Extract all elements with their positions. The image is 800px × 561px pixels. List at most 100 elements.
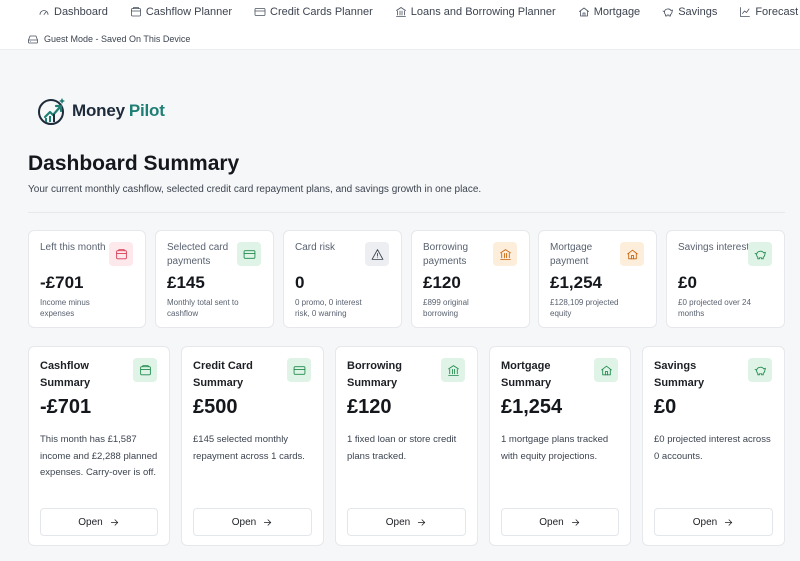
summary-title: Mortgage Summary: [501, 360, 552, 389]
stat-value: £0: [678, 273, 697, 292]
top-navigation: Dashboard Cashflow Planner Credit Cards …: [0, 0, 800, 50]
open-cashflow-button[interactable]: Open: [40, 508, 158, 536]
open-savings-button[interactable]: Open: [654, 508, 773, 536]
summary-text: This month has £1,587 income and £2,288 …: [40, 434, 158, 478]
nav-dashboard[interactable]: Dashboard: [38, 6, 108, 18]
open-mortgage-button[interactable]: Open: [501, 508, 619, 536]
nav-credit-cards-planner-label: Credit Cards Planner: [270, 6, 373, 18]
open-borrowing-button[interactable]: Open: [347, 508, 466, 536]
stat-value: -£701: [40, 273, 84, 292]
nav-credit-cards-planner[interactable]: Credit Cards Planner: [254, 6, 373, 18]
bank-icon: [395, 7, 406, 17]
brand-logo[interactable]: Money Pilot: [36, 95, 165, 127]
stat-icon-box: [620, 242, 644, 266]
summary-card-borrowing: Borrowing Summary £120 1 fixed loan or s…: [335, 346, 478, 546]
page-title: Dashboard Summary: [28, 152, 240, 175]
gauge-icon: [39, 10, 49, 15]
summary-card-savings: Savings Summary £0 £0 projected interest…: [642, 346, 785, 546]
nav-forecast-label: Forecast: [755, 6, 799, 18]
brand-name-part1: Money: [72, 101, 125, 120]
arrow-right-icon: [110, 518, 118, 526]
credit-card-icon: [243, 249, 255, 259]
arrow-right-icon: [264, 518, 272, 526]
open-button-label: Open: [692, 516, 718, 528]
summary-title: Cashflow Summary: [40, 360, 91, 389]
bank-icon: [447, 364, 459, 376]
nav-loans-borrowing-planner-label: Loans and Borrowing Planner: [410, 6, 556, 18]
credit-card-icon: [293, 365, 305, 375]
summary-text: 1 fixed loan or store credit plans track…: [347, 434, 457, 462]
wallet-icon: [139, 364, 151, 375]
wallet-icon: [115, 248, 127, 259]
home-icon: [626, 249, 638, 259]
nav-savings[interactable]: Savings: [662, 6, 717, 18]
nav-mortgage-label: Mortgage: [593, 6, 641, 18]
stat-value: 0: [295, 273, 305, 292]
nav-bar: Dashboard Cashflow Planner Credit Cards …: [38, 5, 800, 19]
open-button-label: Open: [539, 516, 564, 528]
stat-icon-box: [365, 242, 389, 266]
guest-mode-indicator: Guest Mode - Saved On This Device: [27, 33, 190, 45]
nav-dashboard-label: Dashboard: [54, 6, 108, 18]
stat-card-left-this-month: Left this month -£701 Income minus expen…: [28, 230, 146, 328]
stat-card-savings-interest: Savings interest £0 £0 projected over 24…: [666, 230, 785, 328]
arrow-right-icon: [418, 518, 426, 526]
piggy-bank-icon: [754, 250, 766, 259]
open-button-label: Open: [385, 516, 411, 528]
summary-value: -£701: [40, 396, 92, 418]
stat-note: Monthly total sent to cashflow: [167, 298, 239, 318]
brand-name: Money Pilot: [72, 101, 165, 121]
nav-forecast[interactable]: Forecast: [739, 6, 798, 18]
summary-text: £145 selected monthly repayment across 1…: [193, 434, 305, 462]
stat-card-selected-card-payments: Selected card payments £145 Monthly tota…: [155, 230, 274, 328]
brand-name-part2: Pilot: [128, 101, 165, 120]
summary-icon-box: [441, 358, 465, 382]
summary-value: £500: [193, 396, 238, 418]
summary-card-cashflow: Cashflow Summary -£701 This month has £1…: [28, 346, 170, 546]
summary-title: Credit Card Summary: [193, 360, 253, 389]
summary-icon-box: [594, 358, 618, 382]
summary-icon-box: [133, 358, 157, 382]
arrow-right-icon: [571, 518, 579, 526]
summary-icon-box: [287, 358, 311, 382]
piggy-bank-icon: [662, 8, 674, 17]
nav-savings-label: Savings: [678, 6, 718, 18]
home-icon: [600, 365, 612, 375]
wallet-icon: [130, 7, 141, 17]
summary-value: £0: [654, 396, 677, 418]
nav-mortgage[interactable]: Mortgage: [578, 6, 640, 18]
summary-title: Savings Summary: [654, 360, 705, 389]
section-divider: [28, 212, 785, 213]
nav-loans-borrowing-planner[interactable]: Loans and Borrowing Planner: [395, 6, 556, 18]
stat-icon-box: [748, 242, 772, 266]
summary-value: £1,254: [501, 396, 563, 418]
open-button-label: Open: [231, 516, 257, 528]
stat-icon-box: [493, 242, 517, 266]
stat-note: £899 original borrowing: [423, 298, 469, 318]
stat-note: 0 promo, 0 interest risk, 0 warning: [295, 298, 362, 318]
summary-card-credit-card: Credit Card Summary £500 £145 selected m…: [181, 346, 324, 546]
stat-note: £128,109 projected equity: [550, 298, 619, 318]
summary-text: 1 mortgage plans tracked with equity pro…: [501, 434, 609, 462]
arrow-right-icon: [725, 518, 733, 526]
open-button-label: Open: [78, 516, 103, 528]
stat-card-mortgage-payment: Mortgage payment £1,254 £128,109 project…: [538, 230, 657, 328]
hard-drive-icon: [28, 35, 38, 44]
page-subtitle: Your current monthly cashflow, selected …: [28, 184, 482, 195]
bank-icon: [499, 248, 511, 260]
stat-icon-box: [237, 242, 261, 266]
stat-note: Income minus expenses: [40, 298, 90, 318]
piggy-bank-icon: [754, 366, 766, 375]
stat-label: Savings interest: [678, 242, 750, 253]
stat-label: Borrowing payments: [423, 242, 469, 267]
stat-label: Left this month: [40, 242, 106, 253]
stat-value: £120: [423, 273, 461, 292]
stat-value: £1,254: [550, 273, 602, 292]
nav-cashflow-planner[interactable]: Cashflow Planner: [130, 6, 232, 18]
home-icon: [578, 7, 589, 17]
stat-card-borrowing-payments: Borrowing payments £120 £899 original bo…: [411, 230, 530, 328]
summary-title: Borrowing Summary: [347, 360, 402, 389]
nav-cashflow-planner-label: Cashflow Planner: [145, 6, 233, 18]
open-credit-card-button[interactable]: Open: [193, 508, 312, 536]
summary-card-mortgage: Mortgage Summary £1,254 1 mortgage plans…: [489, 346, 631, 546]
